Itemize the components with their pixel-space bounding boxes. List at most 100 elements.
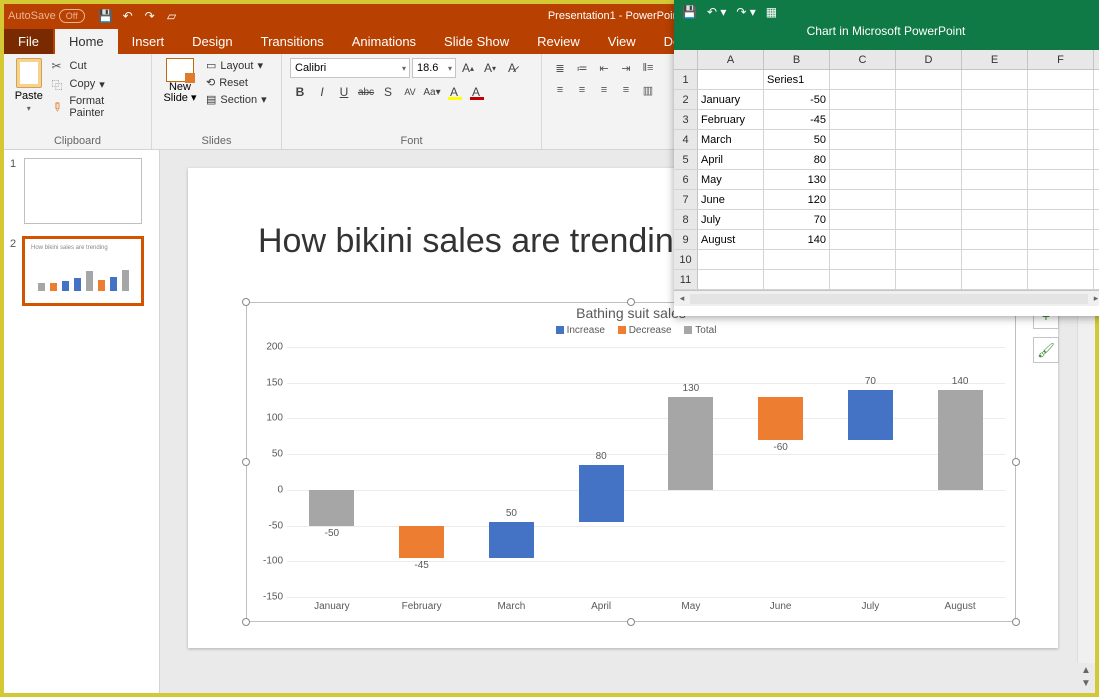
cell-E7[interactable] xyxy=(962,190,1028,209)
cell-D2[interactable] xyxy=(896,90,962,109)
cell-F8[interactable] xyxy=(1028,210,1094,229)
resize-handle[interactable] xyxy=(1012,618,1020,626)
cell-A2[interactable]: January xyxy=(698,90,764,109)
scroll-left-button[interactable]: ◂ xyxy=(674,293,690,304)
bar-february[interactable] xyxy=(399,526,444,558)
cell-E4[interactable] xyxy=(962,130,1028,149)
format-painter-button[interactable]: Format Painter xyxy=(50,94,143,120)
change-case-button[interactable]: Aa▾ xyxy=(422,82,442,102)
col-header-D[interactable]: D xyxy=(896,50,962,69)
excel-save-icon[interactable]: 💾 xyxy=(682,5,697,19)
row-header[interactable]: 1 xyxy=(674,70,698,89)
col-header-E[interactable]: E xyxy=(962,50,1028,69)
cell-E11[interactable] xyxy=(962,270,1028,289)
cell-F11[interactable] xyxy=(1028,270,1094,289)
cell-E9[interactable] xyxy=(962,230,1028,249)
columns-button[interactable]: ▥ xyxy=(638,80,658,100)
highlight-button[interactable]: A xyxy=(444,82,464,102)
row-header[interactable]: 10 xyxy=(674,250,698,269)
cell-C7[interactable] xyxy=(830,190,896,209)
cell-B6[interactable]: 130 xyxy=(764,170,830,189)
resize-handle[interactable] xyxy=(242,298,250,306)
row-header[interactable]: 6 xyxy=(674,170,698,189)
row-header[interactable]: 8 xyxy=(674,210,698,229)
tab-view[interactable]: View xyxy=(594,29,650,54)
chart-object[interactable]: Bathing suit sales Increase Decrease Tot… xyxy=(246,302,1016,622)
numbering-button[interactable]: ≔ xyxy=(572,58,592,78)
underline-button[interactable]: U xyxy=(334,82,354,102)
cell-F7[interactable] xyxy=(1028,190,1094,209)
resize-handle[interactable] xyxy=(242,618,250,626)
font-color-button[interactable]: A xyxy=(466,82,486,102)
bar-march[interactable] xyxy=(489,522,534,558)
cell-F6[interactable] xyxy=(1028,170,1094,189)
new-slide-button[interactable]: New Slide ▾ xyxy=(160,58,200,107)
strikethrough-button[interactable]: abc xyxy=(356,82,376,102)
slide-title-text[interactable]: How bikini sales are trendin xyxy=(258,222,674,261)
bar-june[interactable] xyxy=(758,397,803,440)
cell-D6[interactable] xyxy=(896,170,962,189)
cell-C9[interactable] xyxy=(830,230,896,249)
cell-D11[interactable] xyxy=(896,270,962,289)
col-header-C[interactable]: C xyxy=(830,50,896,69)
cell-C8[interactable] xyxy=(830,210,896,229)
resize-handle[interactable] xyxy=(242,458,250,466)
cell-B8[interactable]: 70 xyxy=(764,210,830,229)
cell-A11[interactable] xyxy=(698,270,764,289)
prev-slide-button[interactable]: ▲ xyxy=(1077,665,1095,676)
align-left-button[interactable]: ≡ xyxy=(550,80,570,100)
cell-F3[interactable] xyxy=(1028,110,1094,129)
bar-july[interactable] xyxy=(848,390,893,440)
cell-F10[interactable] xyxy=(1028,250,1094,269)
chart-legend[interactable]: Increase Decrease Total xyxy=(247,321,1015,338)
cell-D8[interactable] xyxy=(896,210,962,229)
next-slide-button[interactable]: ▼ xyxy=(1077,678,1095,689)
tab-insert[interactable]: Insert xyxy=(118,29,179,54)
cell-C1[interactable] xyxy=(830,70,896,89)
excel-redo-icon[interactable]: ↷ ▾ xyxy=(736,5,755,19)
resize-handle[interactable] xyxy=(1012,458,1020,466)
tab-file[interactable]: File xyxy=(4,29,53,54)
cell-A1[interactable] xyxy=(698,70,764,89)
cell-A7[interactable]: June xyxy=(698,190,764,209)
select-all-corner[interactable] xyxy=(674,50,698,69)
align-right-button[interactable]: ≡ xyxy=(594,80,614,100)
cell-F1[interactable] xyxy=(1028,70,1094,89)
chart-data-excel-window[interactable]: 💾 ↶ ▾ ↷ ▾ ▦ Chart in Microsoft PowerPoin… xyxy=(674,0,1099,316)
slide-thumbnail-1[interactable] xyxy=(24,158,142,224)
scroll-right-button[interactable]: ▸ xyxy=(1088,293,1099,304)
bullets-button[interactable]: ≣ xyxy=(550,58,570,78)
justify-button[interactable]: ≡ xyxy=(616,80,636,100)
excel-undo-icon[interactable]: ↶ ▾ xyxy=(707,5,726,19)
autosave-toggle[interactable]: AutoSave Off xyxy=(8,9,85,23)
bar-april[interactable] xyxy=(579,465,624,522)
section-button[interactable]: ▤ Section ▾ xyxy=(204,92,269,107)
cut-button[interactable]: Cut xyxy=(50,58,143,74)
cell-B4[interactable]: 50 xyxy=(764,130,830,149)
text-shadow-button[interactable]: S xyxy=(378,82,398,102)
increase-font-button[interactable]: A▴ xyxy=(458,58,478,78)
reset-button[interactable]: ⟲ Reset xyxy=(204,75,269,90)
excel-customize-icon[interactable]: ▦ xyxy=(766,5,777,19)
excel-horizontal-scrollbar[interactable]: ◂ ▸ xyxy=(674,290,1099,306)
decrease-indent-button[interactable]: ⇤ xyxy=(594,58,614,78)
clear-formatting-button[interactable]: A̷ xyxy=(502,58,522,78)
cell-A8[interactable]: July xyxy=(698,210,764,229)
tab-animations[interactable]: Animations xyxy=(338,29,430,54)
chart-styles-button[interactable]: 🖌 xyxy=(1033,337,1059,363)
row-header[interactable]: 7 xyxy=(674,190,698,209)
decrease-font-button[interactable]: A▾ xyxy=(480,58,500,78)
font-family-select[interactable]: Calibri xyxy=(290,58,410,78)
cell-D4[interactable] xyxy=(896,130,962,149)
cell-B5[interactable]: 80 xyxy=(764,150,830,169)
line-spacing-button[interactable]: ‖≡ xyxy=(638,58,658,78)
row-header[interactable]: 2 xyxy=(674,90,698,109)
cell-A10[interactable] xyxy=(698,250,764,269)
tab-transitions[interactable]: Transitions xyxy=(247,29,338,54)
cell-D10[interactable] xyxy=(896,250,962,269)
resize-handle[interactable] xyxy=(627,298,635,306)
cell-C5[interactable] xyxy=(830,150,896,169)
tab-design[interactable]: Design xyxy=(178,29,246,54)
cell-C6[interactable] xyxy=(830,170,896,189)
row-header[interactable]: 4 xyxy=(674,130,698,149)
